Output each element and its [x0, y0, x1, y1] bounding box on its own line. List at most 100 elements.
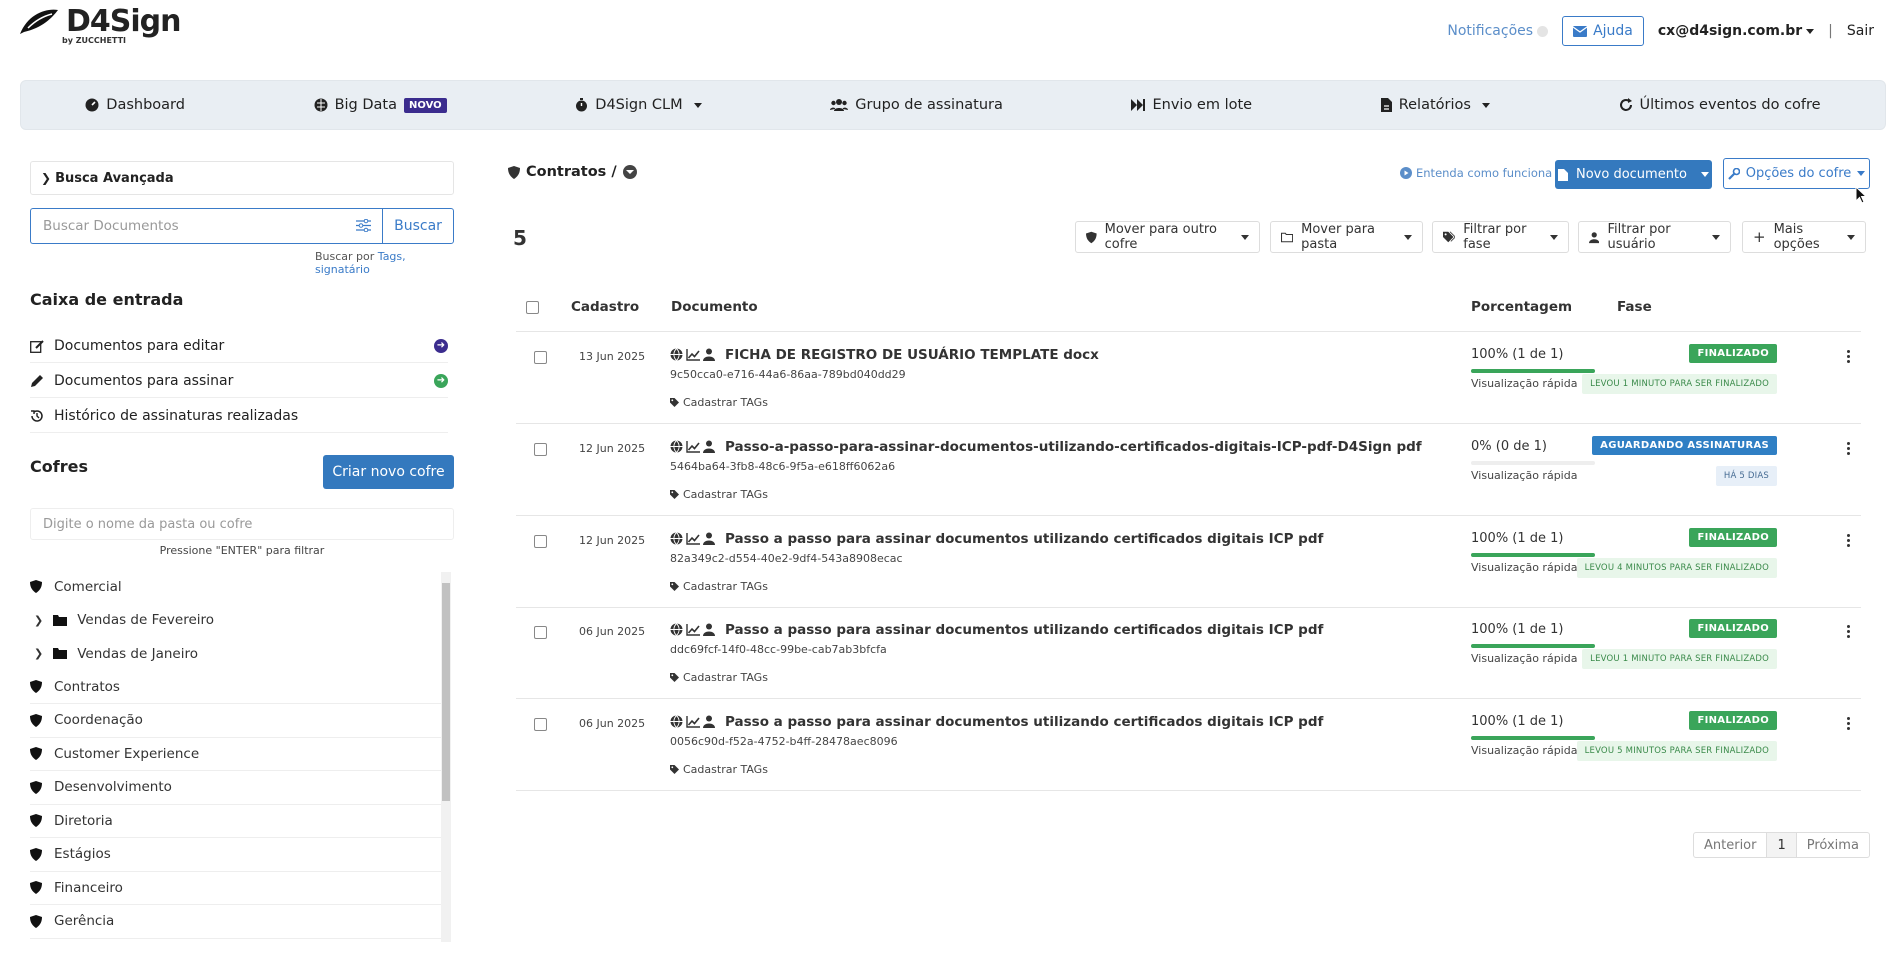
- vault-item[interactable]: Desenvolvimento: [30, 771, 450, 805]
- vault-item[interactable]: Contratos: [30, 671, 450, 704]
- user-icon[interactable]: [703, 532, 715, 545]
- register-tags-link[interactable]: Cadastrar TAGs: [670, 671, 768, 684]
- table-row[interactable]: 12 Jun 2025 Passo-a-passo-para-assinar-do…: [516, 424, 1861, 516]
- user-menu[interactable]: cx@d4sign.com.br: [1658, 23, 1815, 39]
- select-all-checkbox[interactable]: [526, 301, 539, 314]
- document-title[interactable]: Passo a passo para assinar documentos ut…: [725, 531, 1323, 547]
- table-row[interactable]: 13 Jun 2025 FICHA DE REGISTRO DE USUÁRIO …: [516, 332, 1861, 424]
- document-title[interactable]: Passo-a-passo-para-assinar-documentos-ut…: [725, 439, 1422, 455]
- search-button[interactable]: Buscar: [382, 208, 454, 244]
- quick-preview-link[interactable]: Visualização rápida: [1471, 744, 1577, 757]
- pagination-current[interactable]: 1: [1767, 833, 1797, 857]
- vault-item[interactable]: Gerência: [30, 905, 450, 939]
- nav-ultimos-eventos[interactable]: Últimos eventos do cofre: [1619, 97, 1821, 113]
- user-icon[interactable]: [703, 348, 715, 361]
- chart-line-icon[interactable]: [686, 532, 700, 545]
- column-header-percent[interactable]: Porcentagem: [1471, 299, 1572, 315]
- pagination-next[interactable]: Próxima: [1797, 833, 1869, 857]
- table-row[interactable]: 06 Jun 2025 Passo a passo para assinar do…: [516, 699, 1861, 791]
- chart-line-icon[interactable]: [686, 440, 700, 453]
- inbox-link-sign[interactable]: Documentos para assinar ➜: [30, 364, 448, 398]
- row-actions-kebab-icon[interactable]: [1847, 442, 1851, 456]
- user-icon[interactable]: [703, 623, 715, 636]
- nav-relatorios[interactable]: Relatórios: [1380, 97, 1490, 113]
- chart-line-icon[interactable]: [686, 715, 700, 728]
- nav-grupo-assinatura[interactable]: Grupo de assinatura: [830, 97, 1003, 113]
- row-actions-kebab-icon[interactable]: [1847, 350, 1851, 364]
- folder-item[interactable]: ❯ Vendas de Fevereiro: [30, 604, 450, 638]
- row-actions-kebab-icon[interactable]: [1847, 625, 1851, 639]
- quick-preview-link[interactable]: Visualização rápida: [1471, 469, 1577, 482]
- progress-label: 0% (0 de 1): [1471, 439, 1547, 454]
- register-tags-link[interactable]: Cadastrar TAGs: [670, 580, 768, 593]
- pagination-prev[interactable]: Anterior: [1694, 833, 1768, 857]
- row-actions-kebab-icon[interactable]: [1847, 717, 1851, 731]
- nav-big-data[interactable]: Big Data NOVO: [314, 97, 447, 113]
- user-icon[interactable]: [703, 440, 715, 453]
- more-options-button[interactable]: + Mais opções: [1742, 221, 1866, 253]
- document-title[interactable]: FICHA DE REGISTRO DE USUÁRIO TEMPLATE do…: [725, 347, 1099, 363]
- register-tags-link[interactable]: Cadastrar TAGs: [670, 488, 768, 501]
- new-document-button[interactable]: Novo documento: [1555, 160, 1712, 189]
- folder-item[interactable]: ❯ Vendas de Janeiro: [30, 637, 450, 671]
- user-icon[interactable]: [703, 715, 715, 728]
- document-title[interactable]: Passo a passo para assinar documentos ut…: [725, 622, 1323, 638]
- vault-item[interactable]: Coordenação: [30, 704, 450, 738]
- create-vault-button[interactable]: Criar novo cofre: [323, 455, 454, 489]
- row-checkbox[interactable]: [534, 443, 547, 456]
- register-tags-link[interactable]: Cadastrar TAGs: [670, 396, 768, 409]
- quick-preview-link[interactable]: Visualização rápida: [1471, 561, 1577, 574]
- folder-filter-input[interactable]: Digite o nome da pasta ou cofre: [30, 508, 454, 540]
- filter-user-button[interactable]: Filtrar por usuário: [1578, 221, 1731, 253]
- help-link[interactable]: Entenda como funciona: [1400, 166, 1552, 180]
- column-header-date[interactable]: Cadastro: [571, 299, 639, 315]
- globe-icon[interactable]: [670, 440, 683, 453]
- vault-item[interactable]: Estágios: [30, 838, 450, 872]
- row-checkbox[interactable]: [534, 351, 547, 364]
- chart-line-icon[interactable]: [686, 348, 700, 361]
- advanced-search-toggle[interactable]: ❯ Busca Avançada: [30, 161, 454, 195]
- breadcrumb-vault[interactable]: Contratos /: [526, 164, 617, 180]
- d4sign-logo[interactable]: D4Sign: [18, 7, 181, 37]
- globe-icon[interactable]: [670, 623, 683, 636]
- chart-line-icon[interactable]: [686, 623, 700, 636]
- filter-phase-button[interactable]: Filtrar por fase: [1432, 221, 1569, 253]
- globe-icon[interactable]: [670, 715, 683, 728]
- folder-icon: [53, 648, 68, 660]
- nav-dashboard[interactable]: Dashboard: [85, 97, 185, 113]
- nav-envio-lote[interactable]: Envio em lote: [1131, 97, 1252, 113]
- sidebar-scroll-thumb[interactable]: [442, 583, 450, 801]
- help-button[interactable]: Ajuda: [1562, 16, 1644, 46]
- column-header-document[interactable]: Documento: [671, 299, 758, 315]
- chevron-down-circle-icon[interactable]: [622, 165, 637, 179]
- column-header-phase[interactable]: Fase: [1617, 299, 1652, 315]
- row-checkbox[interactable]: [534, 718, 547, 731]
- vault-item[interactable]: Comercial: [30, 570, 450, 604]
- sliders-icon[interactable]: [356, 219, 371, 232]
- vault-item[interactable]: Financeiro: [30, 872, 450, 905]
- move-vault-button[interactable]: Mover para outro cofre: [1075, 221, 1260, 253]
- inbox-link-history[interactable]: Histórico de assinaturas realizadas: [30, 399, 448, 433]
- logout-link[interactable]: Sair: [1847, 23, 1874, 39]
- row-actions-kebab-icon[interactable]: [1847, 534, 1851, 548]
- globe-icon[interactable]: [670, 532, 683, 545]
- register-tags-link[interactable]: Cadastrar TAGs: [670, 763, 768, 776]
- shield-icon: [30, 814, 42, 828]
- quick-preview-link[interactable]: Visualização rápida: [1471, 652, 1577, 665]
- vault-item[interactable]: Customer Experience: [30, 738, 450, 771]
- document-title[interactable]: Passo a passo para assinar documentos ut…: [725, 714, 1323, 730]
- move-folder-button[interactable]: Mover para pasta: [1270, 221, 1423, 253]
- nav-d4sign-clm[interactable]: D4Sign CLM: [575, 97, 702, 113]
- vault-options-button[interactable]: Opções do cofre: [1723, 158, 1870, 189]
- inbox-link-edit[interactable]: Documentos para editar ➜: [30, 329, 448, 363]
- vault-item[interactable]: Diretoria: [30, 805, 450, 838]
- search-input[interactable]: [30, 208, 382, 244]
- table-row[interactable]: 12 Jun 2025 Passo a passo para assinar do…: [516, 516, 1861, 608]
- quick-preview-link[interactable]: Visualização rápida: [1471, 377, 1577, 390]
- notifications-link[interactable]: Notificações: [1447, 23, 1549, 39]
- globe-icon[interactable]: [670, 348, 683, 361]
- row-checkbox[interactable]: [534, 535, 547, 548]
- search-hint-prefix: Buscar por: [315, 250, 375, 263]
- table-row[interactable]: 06 Jun 2025 Passo a passo para assinar do…: [516, 607, 1861, 699]
- row-checkbox[interactable]: [534, 626, 547, 639]
